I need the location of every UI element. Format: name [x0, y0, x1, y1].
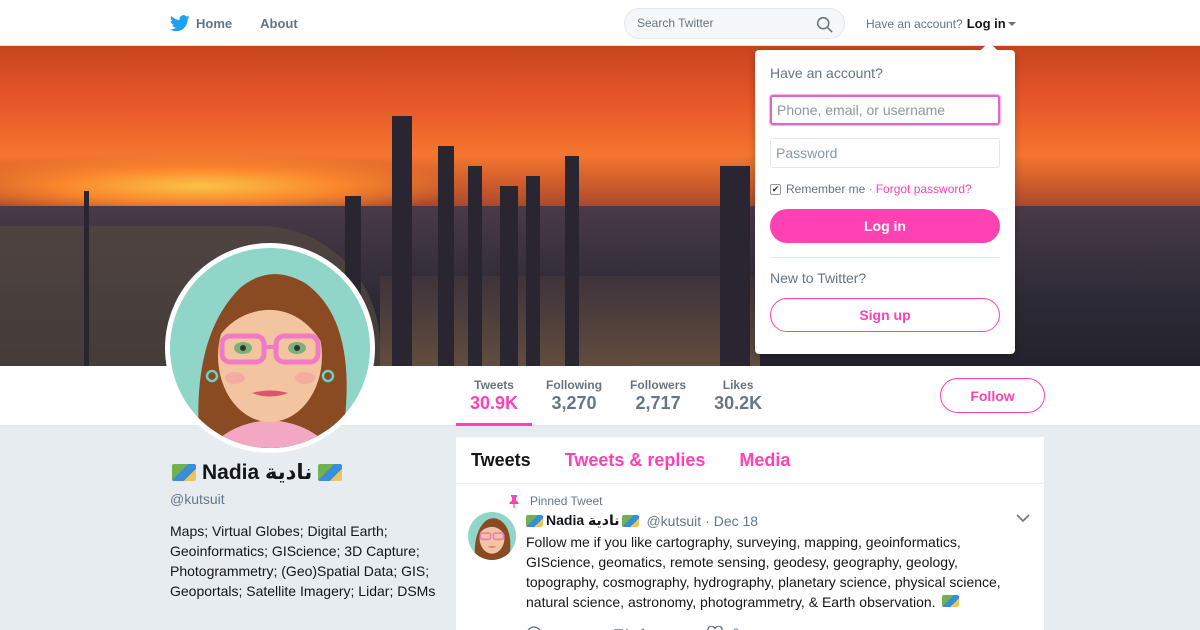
nav-about-label: About	[260, 15, 298, 31]
profile-handle[interactable]: @kutsuit	[170, 491, 440, 507]
stat-label: Likes	[722, 378, 754, 392]
timeline: Tweets Tweets & replies Media Pinned Twe…	[456, 437, 1044, 630]
profile-name-row: Nadia نادية	[170, 460, 440, 485]
stat-label: Tweets	[474, 378, 514, 392]
profile-bio: Nadia نادية @kutsuit Maps; Virtual Globe…	[170, 460, 440, 601]
stat-tweets[interactable]: Tweets 30.9K	[456, 366, 533, 426]
map-emoji-icon	[622, 514, 640, 527]
stat-value: 3,270	[551, 393, 597, 413]
heart-icon	[706, 626, 723, 630]
tab-media[interactable]: Media	[739, 450, 790, 471]
login-dropdown-title: Have an account?	[770, 65, 883, 81]
new-to-twitter-text: New to Twitter?	[770, 270, 867, 286]
stat-label: Followers	[630, 378, 687, 392]
like-action[interactable]: 3	[706, 626, 740, 630]
banner-building	[84, 191, 89, 366]
signup-button[interactable]: Sign up	[770, 298, 1000, 332]
nav-home[interactable]: Home	[170, 14, 233, 32]
map-emoji-icon	[318, 464, 343, 481]
pinned-label: Pinned Tweet	[530, 494, 603, 508]
login-button[interactable]: Log in	[770, 209, 1000, 243]
forgot-password-link[interactable]: Forgot password?	[876, 182, 972, 196]
search-icon[interactable]	[816, 16, 833, 33]
tweet-avatar-illustration	[468, 512, 516, 560]
pin-icon	[509, 494, 519, 508]
profile-stats: Tweets 30.9K Following 3,270 Followers 2…	[456, 366, 776, 426]
retweet-icon	[613, 628, 628, 630]
stat-value: 30.9K	[470, 393, 519, 413]
banner-building	[392, 116, 412, 366]
stat-followers[interactable]: Followers 2,717	[616, 366, 700, 426]
banner-building	[720, 166, 750, 366]
banner-building	[500, 186, 518, 366]
nav-left: Home About	[170, 0, 326, 46]
profile-name[interactable]: Nadia نادية	[202, 460, 312, 485]
chevron-down-icon[interactable]	[1016, 514, 1030, 523]
stat-value: 30.2K	[714, 393, 763, 413]
tweet-text: Follow me if you like cartography, surve…	[526, 532, 1029, 612]
reply-icon	[527, 626, 541, 630]
map-emoji-icon	[526, 514, 543, 527]
twitter-bird-icon	[170, 14, 190, 31]
search-input[interactable]	[637, 16, 807, 30]
remember-me-label: Remember me ·	[786, 182, 873, 196]
tab-tweets[interactable]: Tweets	[471, 450, 531, 471]
stat-value: 2,717	[635, 393, 681, 413]
timeline-tabs: Tweets Tweets & replies Media	[456, 437, 1044, 484]
stat-label: Following	[546, 378, 603, 392]
login-dropdown: Have an account? ✔ Remember me · Forgot …	[755, 42, 1015, 354]
account-menu: Have an account? Log in	[866, 16, 1016, 31]
nav-about[interactable]: About	[260, 16, 298, 31]
tweet-avatar[interactable]	[468, 512, 516, 560]
remember-row: ✔ Remember me · Forgot password?	[770, 182, 1000, 196]
avatar[interactable]	[165, 243, 375, 453]
banner-building	[438, 146, 454, 366]
like-count: 3	[733, 626, 740, 630]
banner-building	[526, 176, 540, 366]
tweet-body: Follow me if you like cartography, surve…	[526, 534, 1001, 610]
stat-likes[interactable]: Likes 30.2K	[700, 366, 776, 426]
top-nav: Home About Have an account? Log in	[0, 0, 1200, 46]
reply-action[interactable]	[526, 626, 552, 630]
tweet-header: Nadia نادية @kutsuit · Dec 18	[526, 512, 1029, 529]
caret-down-icon[interactable]	[1007, 21, 1016, 26]
have-account-text: Have an account?	[866, 16, 963, 31]
profile-description: Maps; Virtual Globes; Digital Earth; Geo…	[170, 523, 436, 599]
remember-me-checkbox[interactable]: ✔	[770, 183, 781, 195]
map-emoji-icon	[172, 464, 196, 481]
password-field[interactable]	[770, 138, 1000, 168]
tweet-actions: 1 3	[526, 626, 1029, 630]
tweet-author-name[interactable]: Nadia نادية	[546, 512, 619, 529]
retweet-count: 1	[640, 626, 647, 630]
search-box	[624, 8, 845, 39]
tweet-date[interactable]: · Dec 18	[705, 513, 758, 529]
tweet-author-handle[interactable]: @kutsuit	[646, 513, 701, 529]
banner-building	[565, 156, 579, 366]
retweet-action[interactable]: 1	[612, 626, 647, 630]
tweet[interactable]: Pinned Tweet Nadia نادية @kutsuit · Dec …	[456, 484, 1044, 630]
nav-home-label: Home	[196, 15, 233, 31]
banner-building	[468, 166, 482, 366]
map-emoji-icon	[942, 595, 960, 607]
tab-tweets-replies[interactable]: Tweets & replies	[565, 450, 706, 471]
follow-button[interactable]: Follow	[940, 378, 1045, 413]
username-field[interactable]	[770, 95, 1000, 125]
pinned-indicator: Pinned Tweet	[508, 494, 1029, 508]
avatar-illustration	[170, 248, 370, 448]
login-menu-link[interactable]: Log in	[967, 16, 1006, 31]
dropdown-divider	[770, 257, 1000, 258]
stat-following[interactable]: Following 3,270	[532, 366, 616, 426]
